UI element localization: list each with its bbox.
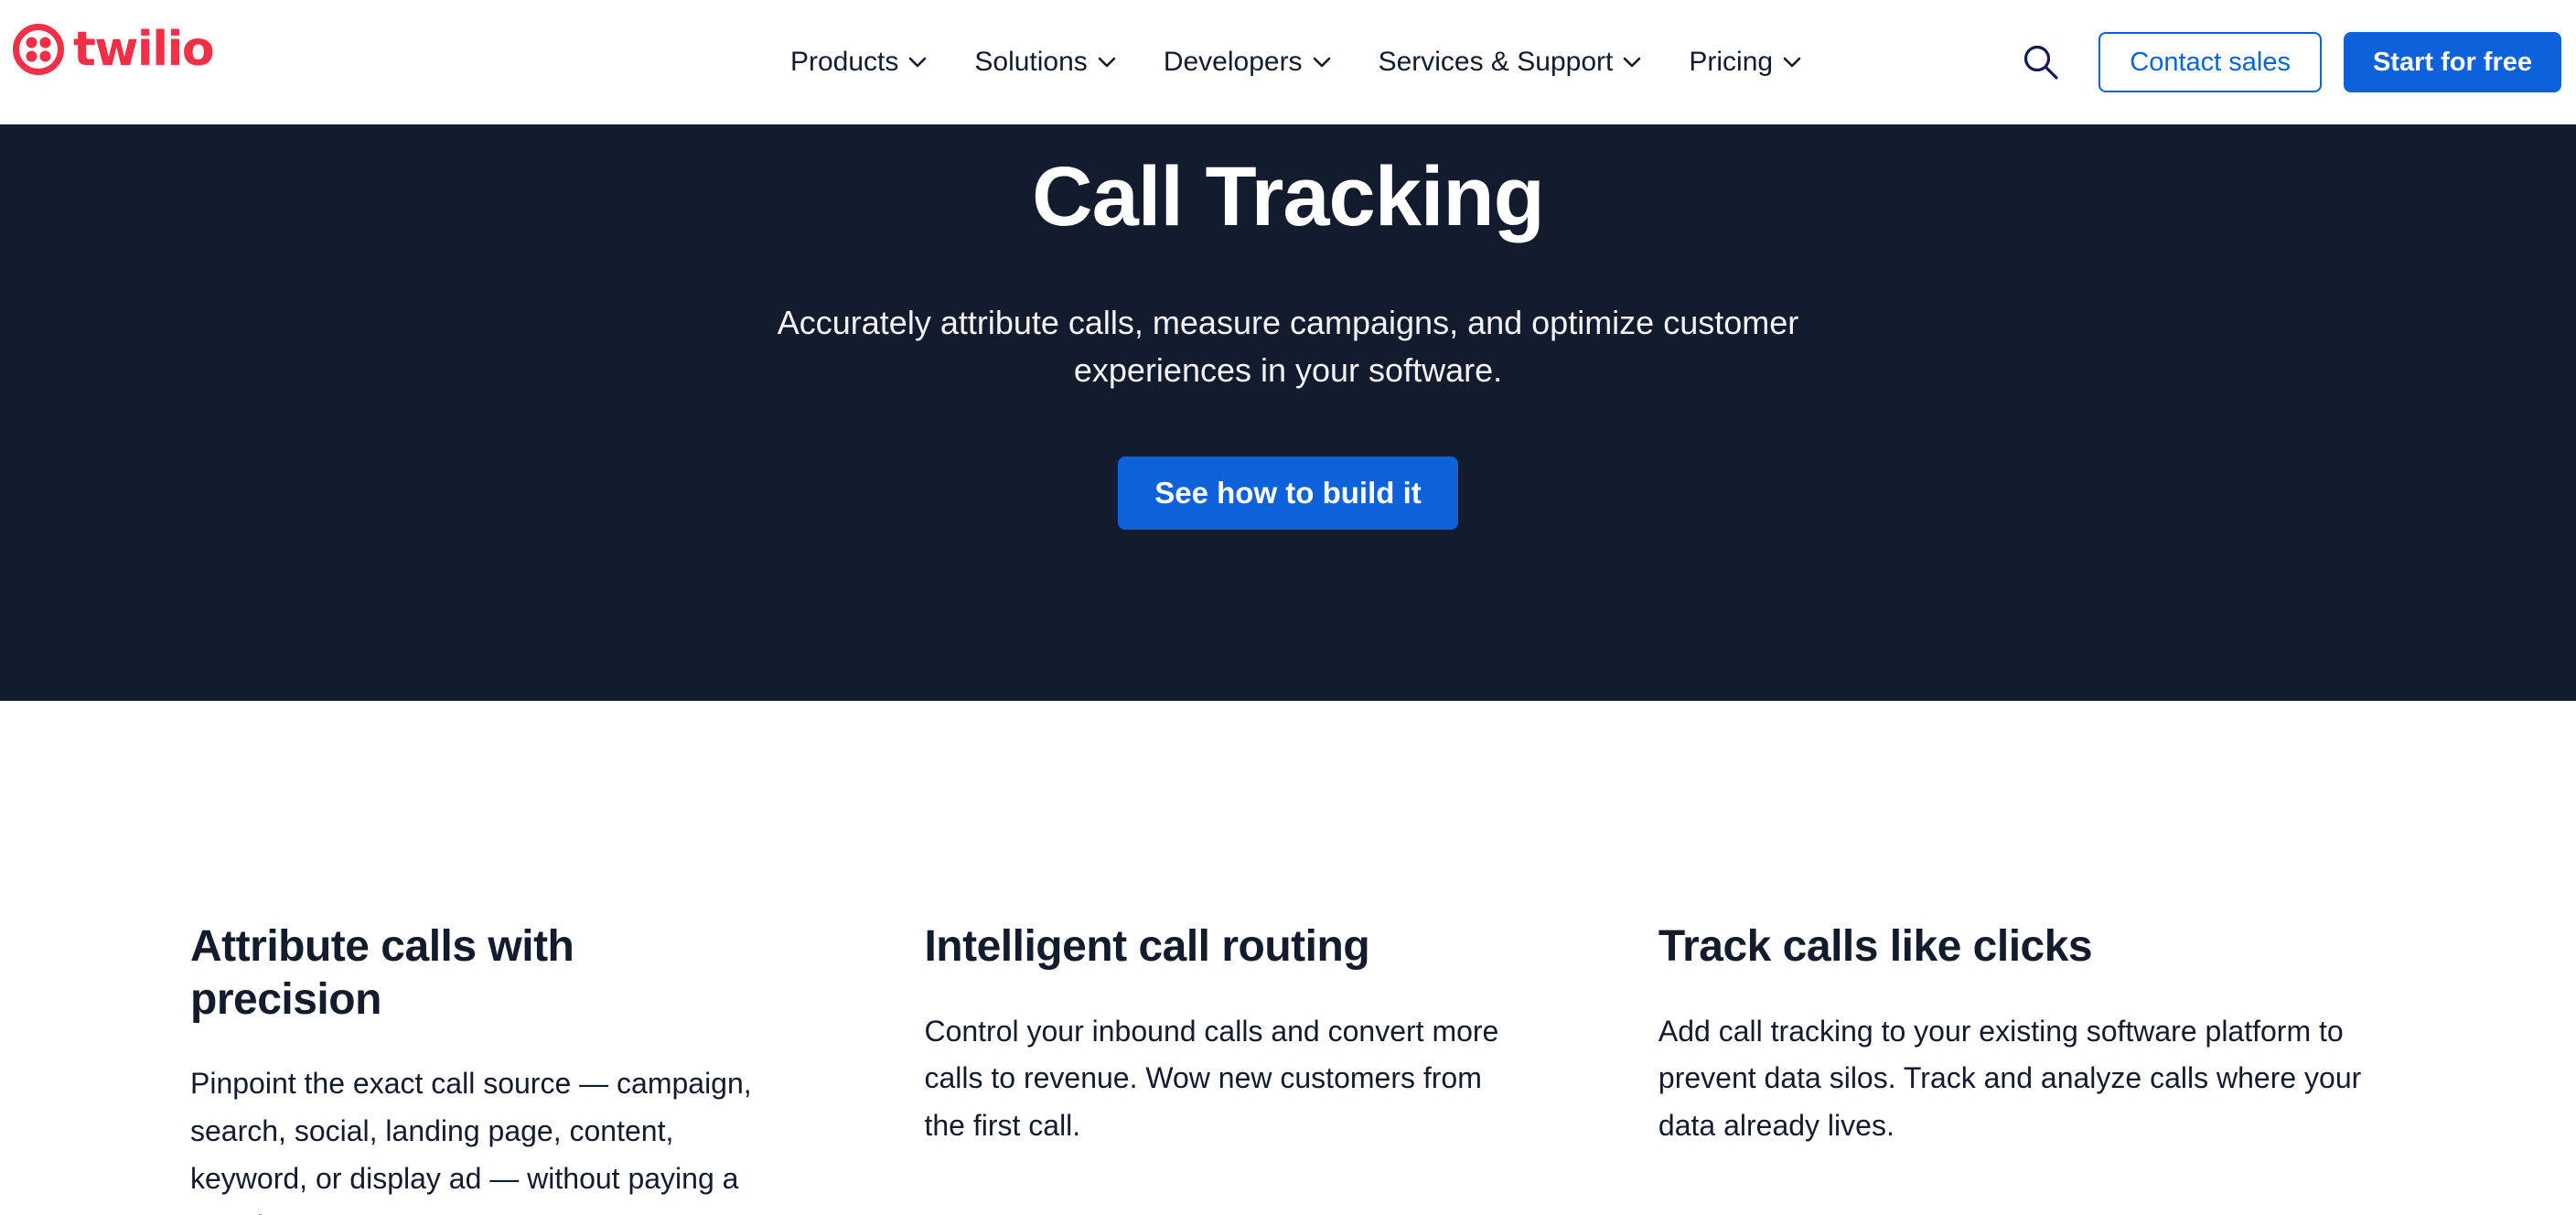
nav-item-services-support[interactable]: Services & Support — [1355, 47, 1666, 78]
nav-item-label: Services & Support — [1378, 47, 1614, 77]
nav-item-solutions[interactable]: Solutions — [950, 47, 1139, 78]
chevron-down-icon — [1098, 57, 1116, 68]
see-how-to-build-it-button[interactable]: See how to build it — [1118, 457, 1458, 531]
primary-nav: Products Solutions Developers Services &… — [767, 0, 1825, 124]
twilio-logo[interactable]: twilio — [13, 22, 215, 77]
nav-item-developers[interactable]: Developers — [1140, 47, 1355, 78]
features-section: Attribute calls with precision Pinpoint … — [0, 701, 2576, 1215]
twilio-wordmark: twilio — [73, 22, 215, 77]
hero-section: Call Tracking Accurately attribute calls… — [0, 124, 2576, 701]
feature-title: Attribute calls with precision — [190, 922, 574, 1024]
nav-item-label: Pricing — [1689, 47, 1774, 77]
feature-body: Pinpoint the exact call source — campaig… — [190, 1067, 752, 1215]
chevron-down-icon — [1783, 57, 1801, 68]
start-for-free-button[interactable]: Start for free — [2343, 32, 2561, 92]
twilio-logo-icon — [13, 24, 64, 75]
contact-sales-button[interactable]: Contact sales — [2098, 32, 2322, 92]
feature-title: Intelligent call routing — [924, 922, 1370, 971]
search-button[interactable] — [2012, 34, 2069, 91]
feature-title: Track calls like clicks — [1658, 922, 2093, 971]
nav-item-pricing[interactable]: Pricing — [1665, 47, 1825, 78]
hero-subtitle: Accurately attribute calls, measure camp… — [777, 304, 1799, 390]
chevron-down-icon — [1624, 57, 1641, 68]
feature-column-call-routing: Intelligent call routing Control your in… — [924, 920, 1658, 1215]
chevron-down-icon — [909, 57, 927, 68]
feature-body: Control your inbound calls and convert m… — [924, 1014, 1499, 1143]
nav-item-label: Products — [790, 47, 899, 77]
nav-item-products[interactable]: Products — [767, 47, 950, 78]
page-title: Call Tracking — [1032, 150, 1545, 243]
feature-body: Add call tracking to your existing softw… — [1658, 1014, 2362, 1143]
nav-item-label: Solutions — [974, 47, 1088, 77]
search-icon — [2024, 45, 2058, 80]
top-navigation-bar: twilio Products Solutions Developers Ser… — [0, 0, 2576, 124]
feature-column-track-calls: Track calls like clicks Add call trackin… — [1658, 920, 2386, 1215]
nav-item-label: Developers — [1163, 47, 1303, 77]
chevron-down-icon — [1313, 57, 1330, 68]
feature-column-attribute-calls: Attribute calls with precision Pinpoint … — [190, 920, 924, 1215]
nav-actions: Contact sales Start for free — [2012, 0, 2561, 124]
